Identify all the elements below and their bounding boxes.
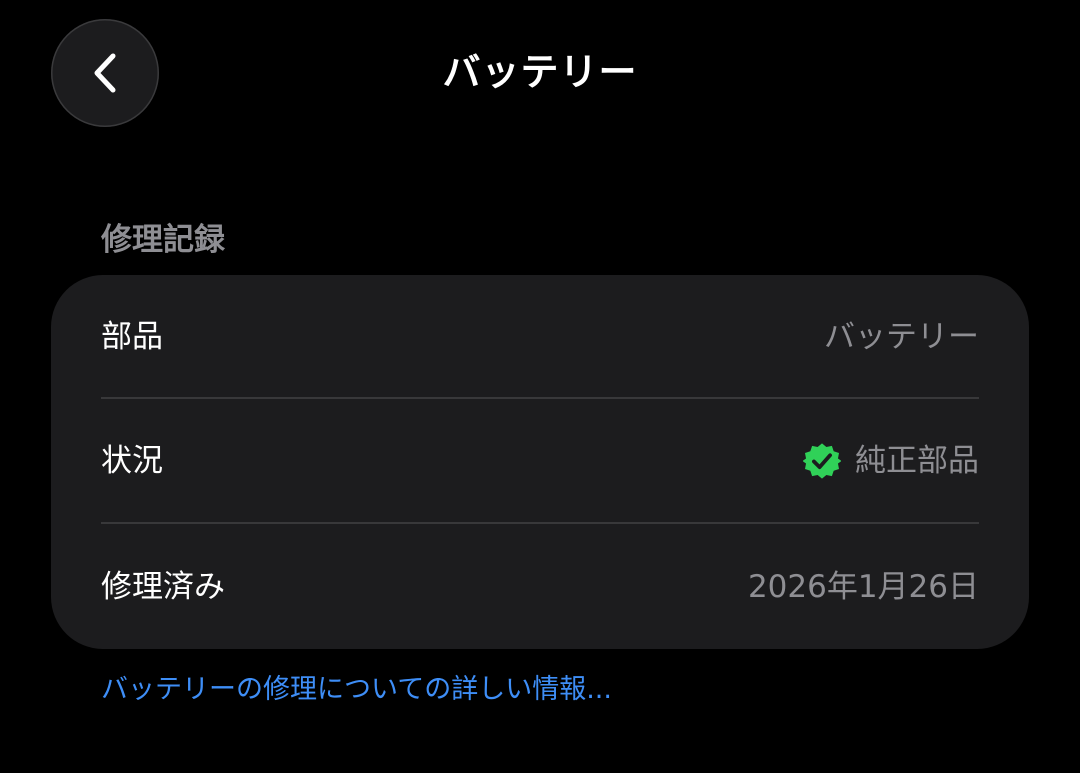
row-value-status: 純正部品 [855,443,979,479]
page-title: バッテリー [442,50,638,94]
row-status: 状況 純正部品 [101,399,979,523]
row-label-part: 部品 [101,319,163,355]
learn-more-link[interactable]: バッテリーの修理についての詳しい情報... [101,670,612,710]
row-value-part: バッテリー [824,319,979,355]
repair-record-card: 部品 バッテリー 状況 純正部品 修理済み 2026年1月26日 [51,275,1029,649]
row-part: 部品 バッテリー [101,275,979,399]
verified-badge-icon [803,443,841,479]
row-repaired-date: 修理済み 2026年1月26日 [101,525,979,649]
section-header-repair-record: 修理記録 [101,222,225,258]
row-value-repaired-date: 2026年1月26日 [747,569,979,605]
row-label-repaired: 修理済み [101,569,225,605]
divider [101,522,979,524]
row-label-status: 状況 [101,443,163,479]
row-value-status-wrap: 純正部品 [803,439,979,483]
